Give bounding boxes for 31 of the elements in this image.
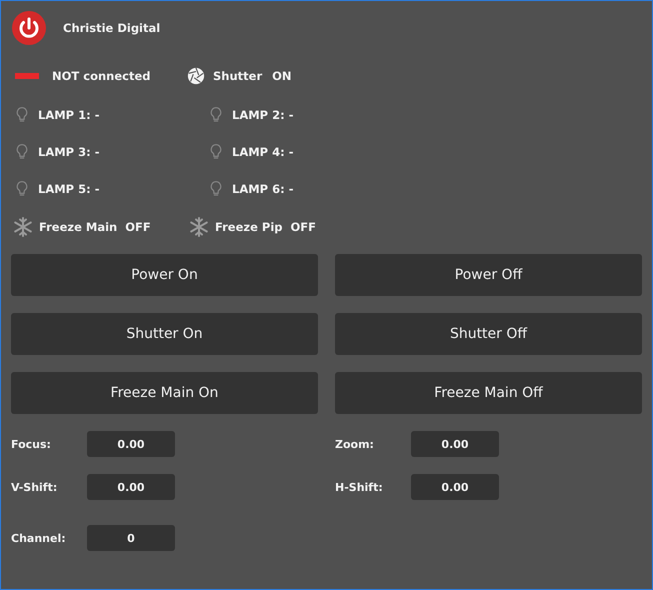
shutter-label: Shutter: [213, 69, 262, 83]
value-field[interactable]: 0.00: [87, 474, 175, 500]
field-label: V-Shift:: [11, 480, 58, 494]
value-field[interactable]: 0.00: [411, 474, 499, 500]
value-field[interactable]: 0.00: [411, 431, 499, 457]
device-name: Christie Digital: [63, 21, 160, 35]
freeze-state: OFF: [290, 220, 316, 234]
value-field[interactable]: 0.00: [87, 431, 175, 457]
lamp-status: LAMP 6: -: [232, 182, 294, 196]
command-button[interactable]: Power On: [11, 254, 318, 296]
command-button[interactable]: Shutter Off: [335, 313, 642, 355]
freeze-state: OFF: [125, 220, 151, 234]
lamp-status: LAMP 1: -: [38, 108, 100, 122]
command-button[interactable]: Shutter On: [11, 313, 318, 355]
shutter-state: ON: [272, 69, 292, 83]
power-icon[interactable]: [12, 11, 46, 45]
lamp-status: LAMP 2: -: [232, 108, 294, 122]
field-label: Zoom:: [335, 438, 375, 450]
lamp-status: LAMP 4: -: [232, 145, 294, 159]
connection-status: NOT connected: [52, 69, 150, 83]
lamp-status: LAMP 5: -: [38, 182, 100, 196]
command-button[interactable]: Freeze Main On: [11, 372, 318, 414]
freeze-label: Freeze Pip: [215, 220, 282, 234]
command-button[interactable]: Power Off: [335, 254, 642, 296]
lamp-status: LAMP 3: -: [38, 145, 100, 159]
value-field[interactable]: 0: [87, 525, 175, 551]
field-label: Focus:: [11, 438, 52, 450]
freeze-label: Freeze Main: [39, 220, 118, 234]
field-label: Channel:: [11, 532, 67, 544]
field-label: H-Shift:: [335, 480, 384, 494]
command-button[interactable]: Freeze Main Off: [335, 372, 642, 414]
